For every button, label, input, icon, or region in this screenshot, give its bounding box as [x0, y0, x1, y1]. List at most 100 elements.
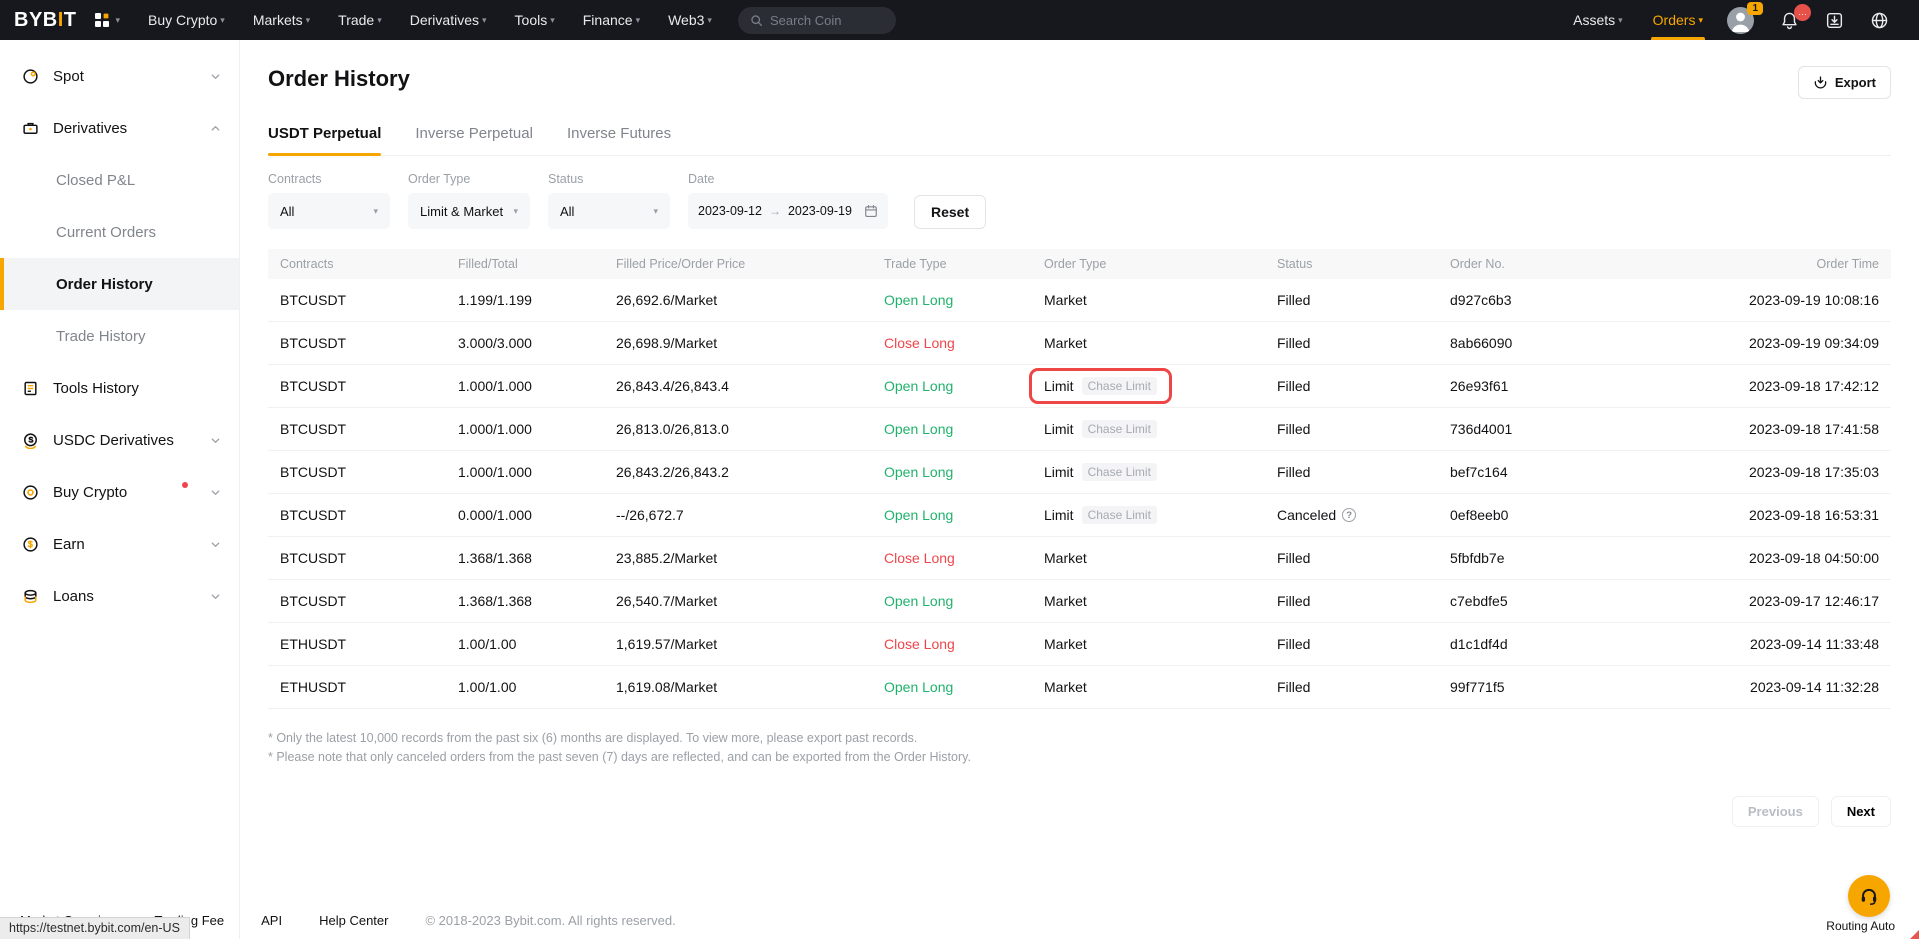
nav-item-tools[interactable]: Tools▾	[503, 0, 567, 40]
price-cell: 1,619.08/Market	[604, 679, 872, 695]
chevron-down-icon: ▾	[513, 206, 518, 217]
tab-bar: USDT Perpetual Inverse Perpetual Inverse F…	[268, 125, 1891, 156]
chevron-down-icon: ▾	[377, 15, 382, 26]
sidebar-item-usdc-derivatives[interactable]: USDC Derivatives	[0, 414, 239, 466]
status-cell: Filled	[1265, 464, 1438, 480]
nav-item-assets[interactable]: Assets▾	[1561, 0, 1635, 40]
tab-inverse-futures[interactable]: Inverse Futures	[567, 125, 671, 155]
order-type-text: Market	[1044, 335, 1087, 351]
sidebar: SpotDerivativesClosed P&L Current Orders O…	[0, 40, 240, 939]
sidebar-item-label: Current Orders	[56, 224, 221, 241]
order-no-cell: 0ef8eeb0	[1438, 507, 1638, 523]
order-no-cell: 26e93f61	[1438, 378, 1638, 394]
date-range-picker[interactable]: 2023-09-12 → 2023-09-19	[688, 193, 888, 229]
sidebar-item-spot[interactable]: Spot	[0, 50, 239, 102]
chase-limit-tag: Chase Limit	[1082, 506, 1157, 524]
order-type-cell: Market	[1032, 292, 1265, 308]
bybit-logo[interactable]: BYBIT	[14, 9, 77, 32]
contracts-select[interactable]: All▾	[268, 193, 390, 229]
table-body: BTCUSDT1.199/1.19926,692.6/MarketOpen Lo…	[268, 279, 1891, 709]
nav-menu: Buy Crypto▾Markets▾Trade▾Derivatives▾Too…	[136, 0, 724, 40]
status-select[interactable]: All▾	[548, 193, 670, 229]
download-app-button[interactable]	[1815, 11, 1854, 30]
tab-usdt-perpetual[interactable]: USDT Perpetual	[268, 125, 381, 155]
order-type-value: Market	[1044, 636, 1087, 652]
order-no-cell: 736d4001	[1438, 421, 1638, 437]
footer-link-help-center[interactable]: Help Center	[319, 913, 388, 928]
sidebar-item-closed-p-l[interactable]: Closed P&L	[0, 154, 239, 206]
order-type-value: Market	[1044, 679, 1087, 695]
chevron-down-icon: ▾	[707, 15, 712, 26]
highlighted-order-type: LimitChase Limit	[1029, 368, 1172, 404]
chase-limit-tag: Chase Limit	[1082, 377, 1157, 395]
sidebar-item-trade-history[interactable]: Trade History	[0, 310, 239, 362]
search-box[interactable]	[738, 7, 896, 34]
reset-button[interactable]: Reset	[914, 195, 986, 229]
table-notes: * Only the latest 10,000 records from th…	[268, 731, 1891, 764]
derivatives-icon	[22, 120, 39, 137]
order-type-text: Market	[1044, 636, 1087, 652]
sidebar-item-tools-history[interactable]: Tools History	[0, 362, 239, 414]
contracts-cell: BTCUSDT	[268, 292, 446, 308]
order-type-cell: Market	[1032, 550, 1265, 566]
nav-item-label: Trade	[338, 12, 374, 28]
filled-total-cell: 1.00/1.00	[446, 636, 604, 652]
order-type-text: Market	[1044, 292, 1087, 308]
sidebar-item-derivatives[interactable]: Derivatives	[0, 102, 239, 154]
column-header-contracts: Contracts	[268, 257, 446, 271]
export-button[interactable]: Export	[1798, 66, 1891, 99]
nav-right: Assets▾ Orders▾ 1 …	[1561, 0, 1899, 40]
sidebar-item-buy-crypto[interactable]: Buy Crypto	[0, 466, 239, 518]
nav-item-orders[interactable]: Orders▾	[1641, 0, 1715, 40]
contracts-cell: BTCUSDT	[268, 421, 446, 437]
previous-page-button[interactable]: Previous	[1732, 796, 1819, 827]
order-time-cell: 2023-09-19 09:34:09	[1638, 335, 1891, 351]
order-type-select[interactable]: Limit & Market▾	[408, 193, 530, 229]
status-text: Canceled	[1277, 507, 1336, 523]
order-time-cell: 2023-09-19 10:08:16	[1638, 292, 1891, 308]
order-type-text: Limit	[1044, 464, 1074, 480]
filled-total-cell: 1.199/1.199	[446, 292, 604, 308]
price-cell: 26,813.0/26,813.0	[604, 421, 872, 437]
tab-inverse-perpetual[interactable]: Inverse Perpetual	[415, 125, 533, 155]
status-info-icon[interactable]: ?	[1342, 508, 1356, 522]
nav-item-web3[interactable]: Web3▾	[656, 0, 724, 40]
order-type-cell: Market	[1032, 593, 1265, 609]
next-page-button[interactable]: Next	[1831, 796, 1891, 827]
nav-item-finance[interactable]: Finance▾	[571, 0, 652, 40]
status-text: Filled	[1277, 421, 1310, 437]
order-no-cell: 5fbfdb7e	[1438, 550, 1638, 566]
sidebar-item-current-orders[interactable]: Current Orders	[0, 206, 239, 258]
contracts-cell: ETHUSDT	[268, 636, 446, 652]
sidebar-item-earn[interactable]: Earn	[0, 518, 239, 570]
nav-item-trade[interactable]: Trade▾	[326, 0, 394, 40]
nav-item-buy-crypto[interactable]: Buy Crypto▾	[136, 0, 237, 40]
sidebar-item-order-history[interactable]: Order History	[0, 258, 239, 310]
order-type-value: LimitChase Limit	[1044, 506, 1157, 524]
nav-item-markets[interactable]: Markets▾	[241, 0, 322, 40]
order-no-cell: 99f771f5	[1438, 679, 1638, 695]
order-type-cell: LimitChase Limit	[1032, 506, 1265, 524]
chevron-down-icon: ▾	[636, 15, 641, 26]
account-avatar[interactable]: 1	[1727, 7, 1754, 34]
live-chat-button[interactable]	[1848, 875, 1890, 917]
chevron-down-icon	[210, 435, 221, 446]
sidebar-item-loans[interactable]: Loans	[0, 570, 239, 622]
search-icon	[750, 14, 763, 27]
chevron-down-icon: ▾	[1698, 15, 1703, 26]
status-cell: Filled	[1265, 292, 1438, 308]
buy-icon	[22, 484, 39, 501]
notifications-button[interactable]: …	[1770, 11, 1809, 30]
status-cell: Filled	[1265, 550, 1438, 566]
status-cell: Canceled?	[1265, 507, 1438, 523]
footer-link-api[interactable]: API	[261, 913, 282, 928]
price-cell: 23,885.2/Market	[604, 550, 872, 566]
pagination: Previous Next	[268, 796, 1891, 827]
table-row: BTCUSDT1.000/1.00026,843.4/26,843.4Open …	[268, 365, 1891, 408]
search-input[interactable]	[770, 13, 880, 28]
language-button[interactable]	[1860, 11, 1899, 30]
filled-total-cell: 1.000/1.000	[446, 421, 604, 437]
order-time-cell: 2023-09-17 12:46:17	[1638, 593, 1891, 609]
nav-item-derivatives[interactable]: Derivatives▾	[398, 0, 499, 40]
apps-menu-button[interactable]: ▾	[95, 13, 121, 27]
